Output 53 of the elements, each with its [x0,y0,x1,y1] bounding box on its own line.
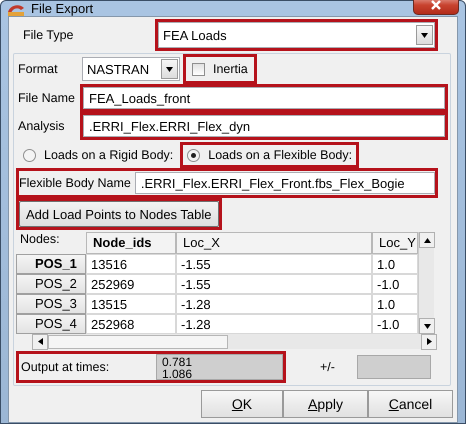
row-header[interactable]: POS_1 [16,254,86,274]
dialog-button[interactable]: OK [201,390,283,418]
checkbox-label: Inertia [212,62,248,76]
radio-option[interactable]: Loads on a Flexible Body: [183,145,356,165]
format-dropdown[interactable]: NASTRAN [82,57,180,81]
close-button[interactable] [413,0,459,14]
table-cell: 252969 [86,274,176,294]
table-cell: -1.55 [176,254,372,274]
column-header[interactable]: Loc_Y [372,232,418,254]
table-cell: -1.55 [176,274,372,294]
add-load-points-button[interactable]: Add Load Points to Nodes Table [19,201,219,227]
output-times-field[interactable]: 0.781 1.086 [156,354,283,380]
table-cell: -1.28 [176,314,372,334]
table-cell: -1.28 [176,294,372,314]
window-title: File Export [31,1,94,16]
table-cell: 13515 [86,294,176,314]
column-header[interactable]: Loc_X [176,232,372,254]
field-label: Flexible Body Name [19,176,131,190]
down-arrow-icon [424,324,430,328]
radio-option[interactable]: Loads on a Rigid Body: [19,145,178,165]
field-label: File Type [22,28,74,42]
close-icon [431,0,441,10]
analysis-field[interactable]: .ERRI_Flex.ERRI_Flex_dyn [83,115,445,137]
field-label: Output at times: [20,360,110,374]
left-arrow-icon [38,338,42,345]
table-cell: 252968 [86,314,176,334]
table-cell: 1.0 [372,254,418,274]
file-type-dropdown[interactable]: FEA Loads [158,22,435,48]
down-arrow-icon [421,32,428,38]
down-arrow-icon [166,66,173,72]
table-cell: 13516 [86,254,176,274]
row-header[interactable]: POS_3 [16,294,86,314]
column-header[interactable]: Node_ids [86,232,176,254]
tolerance-label: +/- [320,360,335,374]
field-label: File Name [17,91,76,105]
up-arrow-icon [424,238,430,242]
table-label: Nodes: [19,232,61,248]
row-header[interactable]: POS_4 [16,314,86,334]
field-label: Format [17,62,59,76]
dialog-button[interactable]: Cancel [368,390,453,418]
table-cell: -1.0 [372,314,418,334]
flexible-body-field[interactable]: .ERRI_Flex.ERRI_Flex_Front.fbs_Flex_Bogie [134,172,435,194]
file-name-field[interactable]: FEA_Loads_front [83,87,445,109]
field-label: Analysis [17,119,66,133]
table-cell: 1.0 [372,294,418,314]
row-header[interactable]: POS_2 [16,274,86,294]
dialog-button[interactable]: Apply [283,390,368,418]
right-arrow-icon [426,338,432,345]
table-cell: -1.0 [372,274,418,294]
tolerance-field[interactable] [356,355,431,379]
vertical-scrollbar[interactable] [418,232,434,334]
inertia-checkbox[interactable] [192,62,205,76]
horizontal-scrollbar[interactable] [32,334,437,349]
